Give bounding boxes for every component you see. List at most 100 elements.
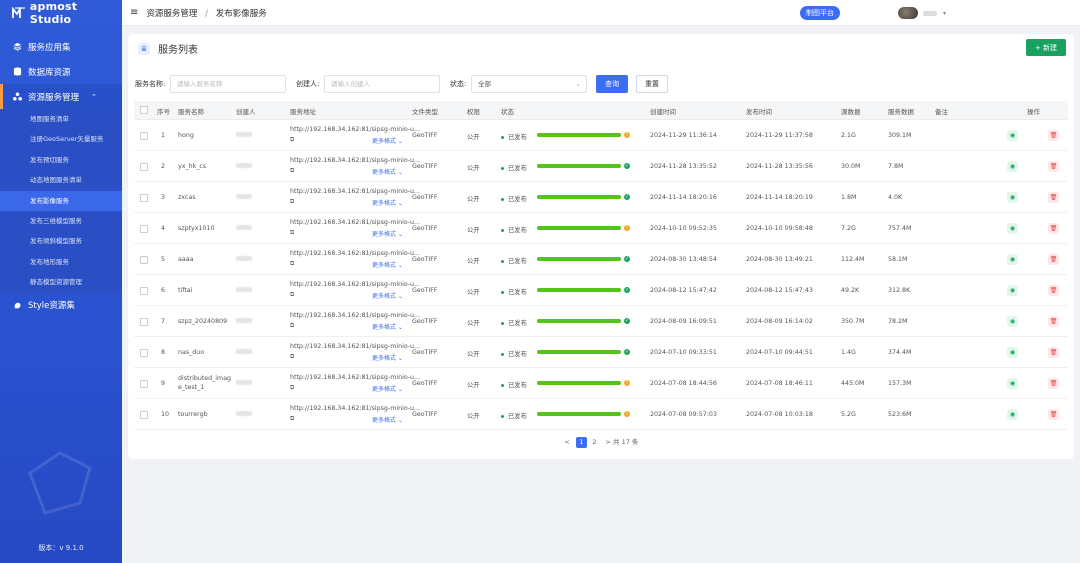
sidebar-subitem[interactable]: 发布倾斜模型服务 <box>0 231 122 251</box>
service-url[interactable]: http://192.168.34.162:81/sipsg-minio-u..… <box>290 188 420 195</box>
copy-icon[interactable]: ⧉ <box>290 198 294 206</box>
view-icon[interactable]: ◉ <box>1007 409 1018 420</box>
sidebar-subitem[interactable]: 动态地图服务清单 <box>0 170 122 190</box>
service-url[interactable]: http://192.168.34.162:81/sipsg-minio-u..… <box>290 405 420 412</box>
delete-icon[interactable]: 🗑 <box>1048 378 1059 389</box>
delete-icon[interactable]: 🗑 <box>1048 347 1059 358</box>
sidebar-item-style[interactable]: Style资源集 <box>0 293 122 318</box>
prev-page-button[interactable]: < <box>562 437 572 448</box>
sidebar-subitem[interactable]: 发布三维模型服务 <box>0 211 122 231</box>
service-url[interactable]: http://192.168.34.162:81/sipsg-minio-u..… <box>290 157 420 164</box>
map-platform-button[interactable]: 制图平台 <box>800 6 840 20</box>
sidebar-subitem[interactable]: 发布预切服务 <box>0 150 122 170</box>
warning-icon: ! <box>624 225 630 231</box>
row-checkbox[interactable] <box>140 256 148 264</box>
user-menu[interactable]: ▾ <box>898 7 946 19</box>
status-badge: 已发布 <box>501 256 527 265</box>
row-checkbox[interactable] <box>140 287 148 295</box>
select-all-checkbox[interactable] <box>140 106 148 114</box>
service-url[interactable]: http://192.168.34.162:81/sipsg-minio-u..… <box>290 281 420 288</box>
view-icon[interactable]: ◉ <box>1007 254 1018 265</box>
reset-button[interactable]: 重置 <box>636 75 668 93</box>
more-formats-link[interactable]: 更多格式 ⌄ <box>372 229 403 238</box>
source-data-size: 112.4M <box>841 256 865 263</box>
copy-icon[interactable]: ⧉ <box>290 229 294 237</box>
more-formats-link[interactable]: 更多格式 ⌄ <box>372 198 403 207</box>
more-formats-link[interactable]: 更多格式 ⌄ <box>372 260 403 269</box>
view-icon[interactable]: ◉ <box>1007 223 1018 234</box>
delete-icon[interactable]: 🗑 <box>1048 316 1059 327</box>
menu-toggle-icon[interactable]: ≡ <box>130 7 138 18</box>
app-logo[interactable]: apmost Studio <box>0 0 122 26</box>
view-icon[interactable]: ◉ <box>1007 316 1018 327</box>
service-name-input[interactable]: 请输入服务名称 <box>170 75 286 93</box>
more-formats-link[interactable]: 更多格式 ⌄ <box>372 353 403 362</box>
copy-icon[interactable]: ⧉ <box>290 260 294 268</box>
more-formats-link[interactable]: 更多格式 ⌄ <box>372 384 403 393</box>
sidebar-subitem[interactable]: 发布影像服务 <box>0 190 122 211</box>
copy-icon[interactable]: ⧉ <box>290 167 294 175</box>
creator-input[interactable]: 请输入创建人 <box>324 75 440 93</box>
view-icon[interactable]: ◉ <box>1007 192 1018 203</box>
copy-icon[interactable]: ⧉ <box>290 415 294 423</box>
query-button[interactable]: 查询 <box>596 75 628 93</box>
service-url[interactable]: http://192.168.34.162:81/sipsg-minio-u..… <box>290 219 420 226</box>
view-icon[interactable]: ◉ <box>1007 130 1018 141</box>
avatar[interactable] <box>898 7 918 19</box>
row-checkbox[interactable] <box>140 349 148 357</box>
more-formats-link[interactable]: 更多格式 ⌄ <box>372 415 403 424</box>
source-data-size: 445.0M <box>841 380 865 387</box>
source-data-size: 1.4G <box>841 349 856 356</box>
row-index: 5 <box>161 256 166 263</box>
delete-icon[interactable]: 🗑 <box>1048 409 1059 420</box>
progress-bar <box>537 164 621 168</box>
more-formats-link[interactable]: 更多格式 ⌄ <box>372 167 403 176</box>
view-icon[interactable]: ◉ <box>1007 161 1018 172</box>
sidebar-item-database[interactable]: 数据库资源 <box>0 59 122 84</box>
published-time: 2024-11-28 13:35:56 <box>746 163 813 170</box>
row-checkbox[interactable] <box>140 225 148 233</box>
sidebar-subitem[interactable]: 发布地形服务 <box>0 252 122 272</box>
copy-icon[interactable]: ⧉ <box>290 291 294 299</box>
service-url[interactable]: http://192.168.34.162:81/sipsg-minio-u..… <box>290 126 420 133</box>
view-icon[interactable]: ◉ <box>1007 285 1018 296</box>
row-checkbox[interactable] <box>140 380 148 388</box>
more-formats-link[interactable]: 更多格式 ⌄ <box>372 136 403 145</box>
new-button[interactable]: + 新建 <box>1026 39 1066 56</box>
more-formats-link[interactable]: 更多格式 ⌄ <box>372 291 403 300</box>
row-checkbox[interactable] <box>140 194 148 202</box>
more-formats-link[interactable]: 更多格式 ⌄ <box>372 322 403 331</box>
delete-icon[interactable]: 🗑 <box>1048 161 1059 172</box>
sidebar-item-app-set[interactable]: 服务应用集 <box>0 34 122 59</box>
sidebar-subitem[interactable]: 注册GeoServer矢量服务 <box>0 129 122 149</box>
row-checkbox[interactable] <box>140 132 148 140</box>
file-type: GeoTIFF <box>412 411 438 418</box>
delete-icon[interactable]: 🗑 <box>1048 192 1059 203</box>
view-icon[interactable]: ◉ <box>1007 347 1018 358</box>
status-select[interactable]: 全部 ⌄ <box>471 75 587 93</box>
row-checkbox[interactable] <box>140 411 148 419</box>
breadcrumb-item[interactable]: 资源服务管理 <box>146 9 197 19</box>
delete-icon[interactable]: 🗑 <box>1048 130 1059 141</box>
row-checkbox[interactable] <box>140 318 148 326</box>
sidebar-subitem[interactable]: 静态模型资源管理 <box>0 272 122 292</box>
copy-icon[interactable]: ⧉ <box>290 353 294 361</box>
page-button[interactable]: 2 <box>589 437 600 448</box>
delete-icon[interactable]: 🗑 <box>1048 285 1059 296</box>
row-checkbox[interactable] <box>140 163 148 171</box>
copy-icon[interactable]: ⧉ <box>290 384 294 392</box>
next-page-button[interactable]: > <box>603 437 613 448</box>
copy-icon[interactable]: ⧉ <box>290 136 294 144</box>
delete-icon[interactable]: 🗑 <box>1048 254 1059 265</box>
delete-icon[interactable]: 🗑 <box>1048 223 1059 234</box>
page-button[interactable]: 1 <box>576 437 587 448</box>
sidebar-item-resource-service[interactable]: 资源服务管理 ⌃ <box>0 84 122 109</box>
copy-icon[interactable]: ⧉ <box>290 322 294 330</box>
service-url[interactable]: http://192.168.34.162:81/sipsg-minio-u..… <box>290 250 420 257</box>
view-icon[interactable]: ◉ <box>1007 378 1018 389</box>
service-url[interactable]: http://192.168.34.162:81/sipsg-minio-u..… <box>290 312 420 319</box>
sidebar-subitem[interactable]: 地图服务清单 <box>0 109 122 129</box>
file-type: GeoTIFF <box>412 287 438 294</box>
service-url[interactable]: http://192.168.34.162:81/sipsg-minio-u..… <box>290 343 420 350</box>
service-url[interactable]: http://192.168.34.162:81/sipsg-minio-u..… <box>290 374 420 381</box>
